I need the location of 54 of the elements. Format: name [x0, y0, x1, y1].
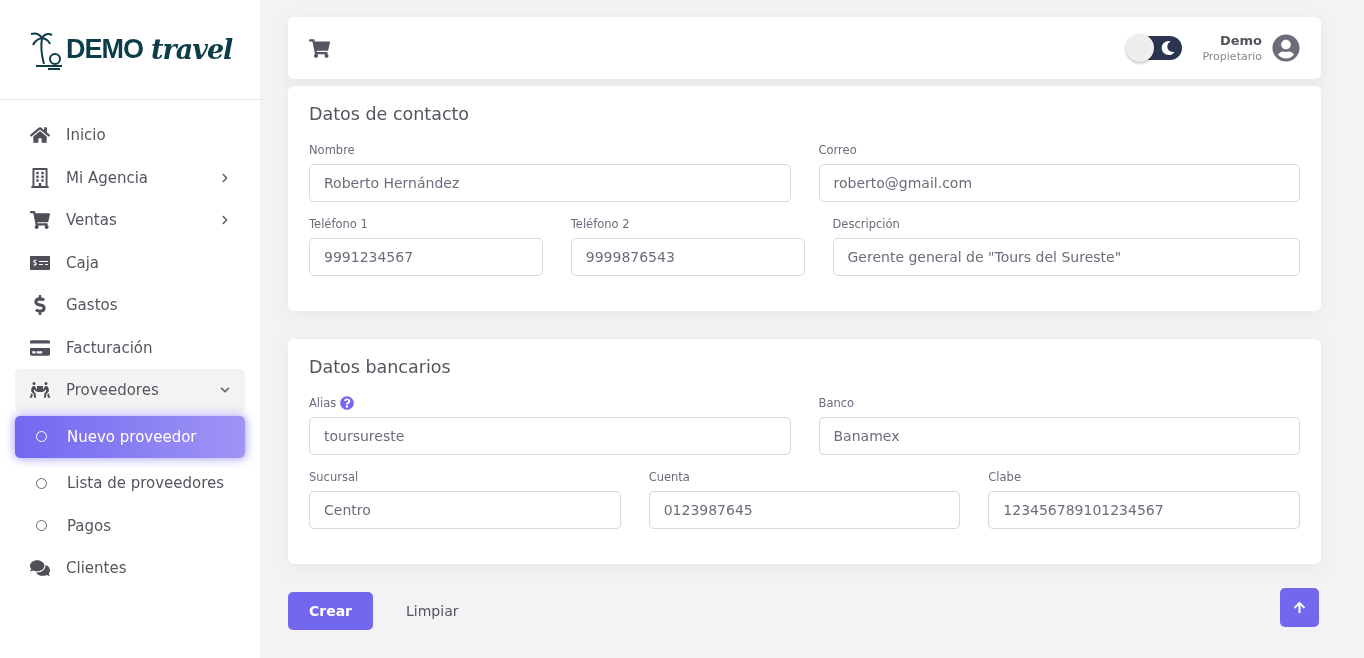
scroll-top-button[interactable] [1280, 588, 1319, 627]
sidebar-item[interactable]: Proveedores [15, 369, 245, 412]
sidebar-item[interactable]: Inicio [15, 114, 245, 157]
input-field[interactable]: Roberto Hernández [309, 164, 791, 202]
arrow-up-icon [1293, 601, 1306, 614]
create-button[interactable]: Crear [288, 592, 374, 630]
user-role: Propietario [1202, 50, 1262, 63]
building-icon [30, 167, 50, 188]
dark-mode-toggle[interactable] [1128, 36, 1183, 60]
sidebar-item[interactable]: Ventas [15, 199, 245, 242]
people-icon [30, 380, 50, 401]
field-label: Teléfono 1 [309, 217, 368, 231]
clear-button[interactable]: Limpiar [385, 592, 480, 630]
sidebar-item[interactable]: Clientes [15, 547, 245, 590]
field-label: Banco [818, 396, 855, 410]
cart-icon[interactable] [309, 37, 330, 59]
chevron-icon [220, 172, 230, 183]
sidebar-subitem[interactable]: Nuevo proveedor [15, 415, 245, 458]
moon-icon [1161, 41, 1176, 55]
input-field[interactable]: toursureste [309, 417, 791, 455]
input-field[interactable]: 9991234567 [309, 238, 543, 276]
section-title: Datos de contacto [309, 104, 471, 124]
chat-icon [30, 558, 50, 579]
input-field[interactable]: 9999876543 [570, 238, 805, 276]
sidebar-item[interactable]: Caja [15, 241, 245, 284]
logo-text: DEMO [66, 34, 143, 65]
field-label: Descripción [832, 217, 900, 231]
field-label: Nombre [309, 143, 355, 157]
sidebar-subitem[interactable]: Pagos [15, 504, 245, 547]
field-label: Clabe [988, 470, 1021, 484]
input-field[interactable]: roberto@gmail.com [818, 164, 1300, 202]
logo-script-text: travel [151, 34, 233, 65]
section-title: Datos bancarios [309, 357, 452, 377]
cart-icon [30, 210, 50, 231]
sidebar-subitem[interactable]: Lista de proveedores [15, 462, 245, 505]
field-label: Cuenta [648, 470, 690, 484]
input-field[interactable]: Gerente general de "Tours del Sureste" [832, 238, 1300, 276]
sidebar-item[interactable]: Gastos [15, 284, 245, 327]
avatar-icon[interactable] [1272, 34, 1300, 62]
input-field[interactable]: Centro [309, 491, 621, 529]
help-icon[interactable] [340, 396, 355, 410]
field-label: Alias [309, 396, 337, 410]
chevron-icon [220, 215, 230, 226]
input-field[interactable]: 0123987645 [648, 491, 961, 529]
field-label: Sucursal [309, 470, 359, 484]
sidebar-item[interactable]: Mi Agencia [15, 156, 245, 199]
user-name: Demo [1219, 33, 1262, 48]
field-label: Correo [818, 143, 857, 157]
input-field[interactable]: 123456789101234567 [988, 491, 1300, 529]
input-field[interactable]: Banamex [818, 417, 1300, 455]
sidebar-item[interactable]: Facturación [15, 326, 245, 369]
field-label: Teléfono 2 [570, 217, 630, 231]
home-icon [30, 125, 50, 146]
card-icon [30, 337, 50, 358]
